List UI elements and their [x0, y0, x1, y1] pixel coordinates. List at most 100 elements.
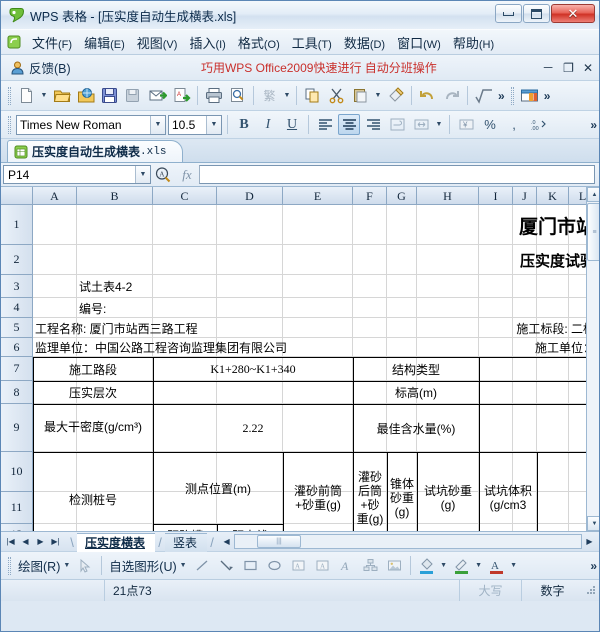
cut-icon[interactable]	[325, 84, 348, 107]
format-overflow-icon[interactable]: »	[588, 118, 599, 132]
comma-style-button[interactable]: ,	[503, 114, 525, 135]
decimal-increase-icon[interactable]: .0.00	[527, 114, 549, 135]
diagram-icon[interactable]	[359, 554, 382, 577]
pit-sand-header-cell[interactable]: 试坑砂重(g)	[417, 452, 479, 531]
menu-file[interactable]: 文件(F)	[26, 30, 78, 55]
sand-before-header-cell[interactable]: 灌砂前筒+砂重(g)	[283, 452, 353, 531]
font-name-dropdown-icon[interactable]: ▼	[150, 115, 165, 134]
font-color-dropdown-icon[interactable]: ▼	[509, 562, 519, 569]
column-header-E[interactable]: E	[283, 187, 353, 205]
pile-number-header-cell[interactable]: 检测桩号	[33, 452, 153, 531]
arrow-icon[interactable]	[215, 554, 238, 577]
row-header-12[interactable]: 12	[1, 524, 33, 531]
traditional-chinese-dropdown-icon[interactable]: ▼	[282, 92, 292, 99]
select-all-corner[interactable]	[1, 187, 33, 205]
menu-window[interactable]: 窗口(W)	[391, 30, 447, 55]
italic-button[interactable]: I	[257, 114, 279, 135]
text-box-icon[interactable]: A	[287, 554, 310, 577]
max-dry-density-value-cell[interactable]: 2.22	[153, 404, 353, 452]
title-main-cell[interactable]: 厦门市站	[387, 205, 597, 245]
draw-menu-button[interactable]: 绘图(R) ▼	[15, 556, 73, 575]
underline-button[interactable]: U	[281, 114, 303, 135]
row-header-1[interactable]: 1	[1, 205, 33, 245]
section-label-cell[interactable]: 施工标段: 二标	[417, 318, 597, 338]
new-document-dropdown-icon[interactable]: ▼	[39, 92, 49, 99]
line-color-icon[interactable]	[450, 554, 473, 577]
drawing-overflow-icon[interactable]: »	[588, 559, 599, 573]
column-header-C[interactable]: C	[153, 187, 217, 205]
menu-help[interactable]: 帮助(H)	[447, 30, 500, 55]
row-header-4[interactable]: 4	[1, 298, 33, 318]
dist-center-header-cell[interactable]: 距中线	[217, 524, 283, 532]
pit-volume-header-cell[interactable]: 试坑体积(g/cm3	[479, 452, 537, 531]
menu-format[interactable]: 格式(O)	[232, 30, 286, 55]
formula-icon[interactable]	[472, 84, 495, 107]
promo-restore-button[interactable]: ❐	[563, 61, 574, 75]
format-painter-icon[interactable]	[384, 84, 407, 107]
document-tab[interactable]: 压实度自动生成横表 .xls	[7, 140, 184, 162]
wrap-text-icon[interactable]	[386, 114, 408, 135]
row-header-6[interactable]: 6	[1, 338, 33, 357]
line-color-dropdown-icon[interactable]: ▼	[474, 562, 484, 569]
sheet-tab-compaction-horizontal[interactable]: 压实度横表	[77, 532, 156, 552]
menu-edit[interactable]: 编辑(E)	[78, 30, 131, 55]
promo-link[interactable]: 巧用WPS Office2009快速进行 自动分班操作	[201, 59, 437, 76]
select-object-icon[interactable]	[74, 554, 97, 577]
open-web-document-icon[interactable]	[74, 84, 97, 107]
column-header-B[interactable]: B	[77, 187, 153, 205]
maximize-button[interactable]	[523, 4, 550, 23]
save-as-icon[interactable]	[122, 84, 145, 107]
serial-label-cell[interactable]: 编号:	[77, 298, 153, 318]
hscroll-left-button[interactable]: ◀	[219, 534, 234, 550]
hscroll-right-button[interactable]: ▶	[582, 534, 597, 550]
formula-input[interactable]	[199, 165, 595, 184]
column-header-A[interactable]: A	[33, 187, 77, 205]
menu-tools[interactable]: 工具(T)	[286, 30, 338, 55]
undo-icon[interactable]	[416, 84, 439, 107]
promo-close-button[interactable]: ✕	[583, 61, 593, 75]
insert-picture-icon[interactable]	[383, 554, 406, 577]
open-document-icon[interactable]	[50, 84, 73, 107]
vertical-scroll-thumb[interactable]: ≡	[587, 203, 599, 261]
save-document-icon[interactable]	[98, 84, 121, 107]
word-art-icon[interactable]: A	[335, 554, 358, 577]
close-button[interactable]: ✕	[551, 4, 595, 23]
font-size-dropdown-icon[interactable]: ▼	[206, 115, 221, 134]
toolbar-grip[interactable]	[8, 86, 11, 105]
menu-insert[interactable]: 插入(I)	[183, 30, 231, 55]
compaction-layer-label-cell[interactable]: 压实层次	[33, 381, 153, 404]
row-header-7[interactable]: 7	[1, 357, 33, 381]
traditional-chinese-icon[interactable]: 繁	[258, 84, 281, 107]
dist-groove-header-cell[interactable]: 距路槽	[153, 524, 217, 532]
ellipse-icon[interactable]	[263, 554, 286, 577]
toolbar-overflow-icon[interactable]: »	[496, 89, 507, 103]
export-pdf-icon[interactable]: A	[170, 84, 193, 107]
print-icon[interactable]	[202, 84, 225, 107]
column-header-D[interactable]: D	[217, 187, 283, 205]
column-header-F[interactable]: F	[353, 187, 387, 205]
row-header-11[interactable]: 11	[1, 492, 33, 524]
row-header-5[interactable]: 5	[1, 318, 33, 338]
merge-dropdown-icon[interactable]: ▼	[434, 121, 444, 128]
row-header-8[interactable]: 8	[1, 381, 33, 404]
percent-button[interactable]: %	[479, 114, 501, 135]
title-sub-cell[interactable]: 压实度试验	[387, 245, 597, 275]
scroll-up-button[interactable]: ▲	[587, 187, 599, 202]
menu-data[interactable]: 数据(D)	[338, 30, 391, 55]
document-icon[interactable]	[5, 33, 23, 51]
row-header-9[interactable]: 9	[1, 404, 33, 452]
optimum-moisture-label-cell[interactable]: 最佳含水量(%)	[353, 404, 479, 452]
rectangle-icon[interactable]	[239, 554, 262, 577]
autoshapes-menu-button[interactable]: 自选图形(U) ▼	[106, 556, 189, 575]
bold-button[interactable]: B	[233, 114, 255, 135]
structure-type-label-cell[interactable]: 结构类型	[353, 357, 479, 381]
vertical-text-box-icon[interactable]: A	[311, 554, 334, 577]
currency-icon[interactable]: ¥	[455, 114, 477, 135]
paste-dropdown-icon[interactable]: ▼	[373, 92, 383, 99]
fill-color-icon[interactable]	[415, 554, 438, 577]
last-sheet-button[interactable]: ▶|	[48, 534, 63, 550]
supervisor-unit-cell[interactable]: 监理单位：中国公路工程咨询监理集团有限公司	[33, 338, 417, 357]
horizontal-scrollbar[interactable]: |||	[234, 534, 582, 549]
resize-grip-icon[interactable]	[583, 584, 599, 598]
column-header-G[interactable]: G	[387, 187, 417, 205]
